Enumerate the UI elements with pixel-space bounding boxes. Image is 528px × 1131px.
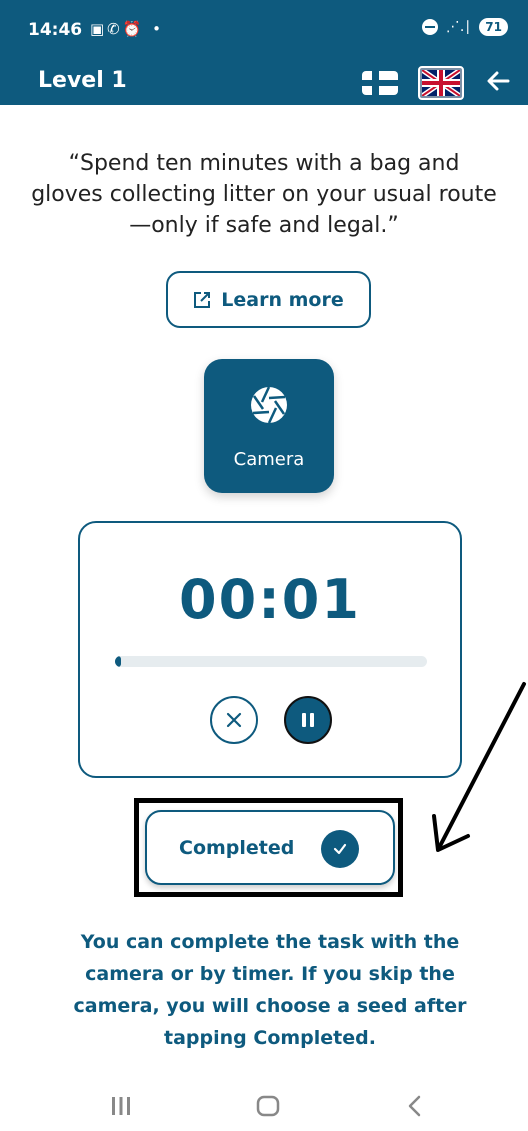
annotation-arrow-icon xyxy=(432,682,526,852)
timer-card: 00:01 xyxy=(78,521,462,778)
system-nav-bar xyxy=(0,1080,528,1131)
check-icon xyxy=(321,830,359,868)
do-not-disturb-icon xyxy=(421,19,438,35)
cancel-timer-button[interactable] xyxy=(210,696,258,744)
back-icon[interactable] xyxy=(405,1094,425,1118)
status-bar: 14:46 ▣✆⏰ • ⋰.∣ 71 xyxy=(0,0,528,58)
notification-icons: ▣✆⏰ • xyxy=(90,20,165,38)
status-time: 14:46 xyxy=(28,20,83,40)
wifi-signal-icon: ⋰.∣ xyxy=(445,19,472,35)
battery-indicator: 71 xyxy=(479,18,508,36)
external-link-icon xyxy=(194,291,211,308)
learn-more-label: Learn more xyxy=(221,288,344,311)
camera-button[interactable]: Camera xyxy=(204,359,334,493)
finnish-flag-icon[interactable] xyxy=(362,71,398,95)
pause-icon xyxy=(302,713,314,727)
uk-flag-icon[interactable] xyxy=(418,66,464,100)
completed-button[interactable]: Completed xyxy=(145,810,395,885)
completed-label: Completed xyxy=(179,837,295,859)
timer-progress-bar xyxy=(115,656,427,667)
page-title: Level 1 xyxy=(38,68,127,93)
home-icon[interactable] xyxy=(256,1095,280,1117)
aperture-icon xyxy=(251,386,287,424)
close-icon xyxy=(226,712,242,728)
task-quote: “Spend ten minutes with a bag and gloves… xyxy=(31,151,497,238)
timer-progress-fill xyxy=(115,656,121,667)
hint-text: You can complete the task with the camer… xyxy=(73,931,467,1049)
pause-timer-button[interactable] xyxy=(284,696,332,744)
system-icons: ⋰.∣ 71 xyxy=(421,18,508,36)
learn-more-button[interactable]: Learn more xyxy=(166,271,371,328)
recent-apps-icon[interactable] xyxy=(110,1095,132,1117)
app-bar: Level 1 xyxy=(0,58,528,105)
back-arrow-icon[interactable] xyxy=(484,66,512,96)
camera-label: Camera xyxy=(233,449,305,470)
timer-value: 00:01 xyxy=(179,568,361,631)
